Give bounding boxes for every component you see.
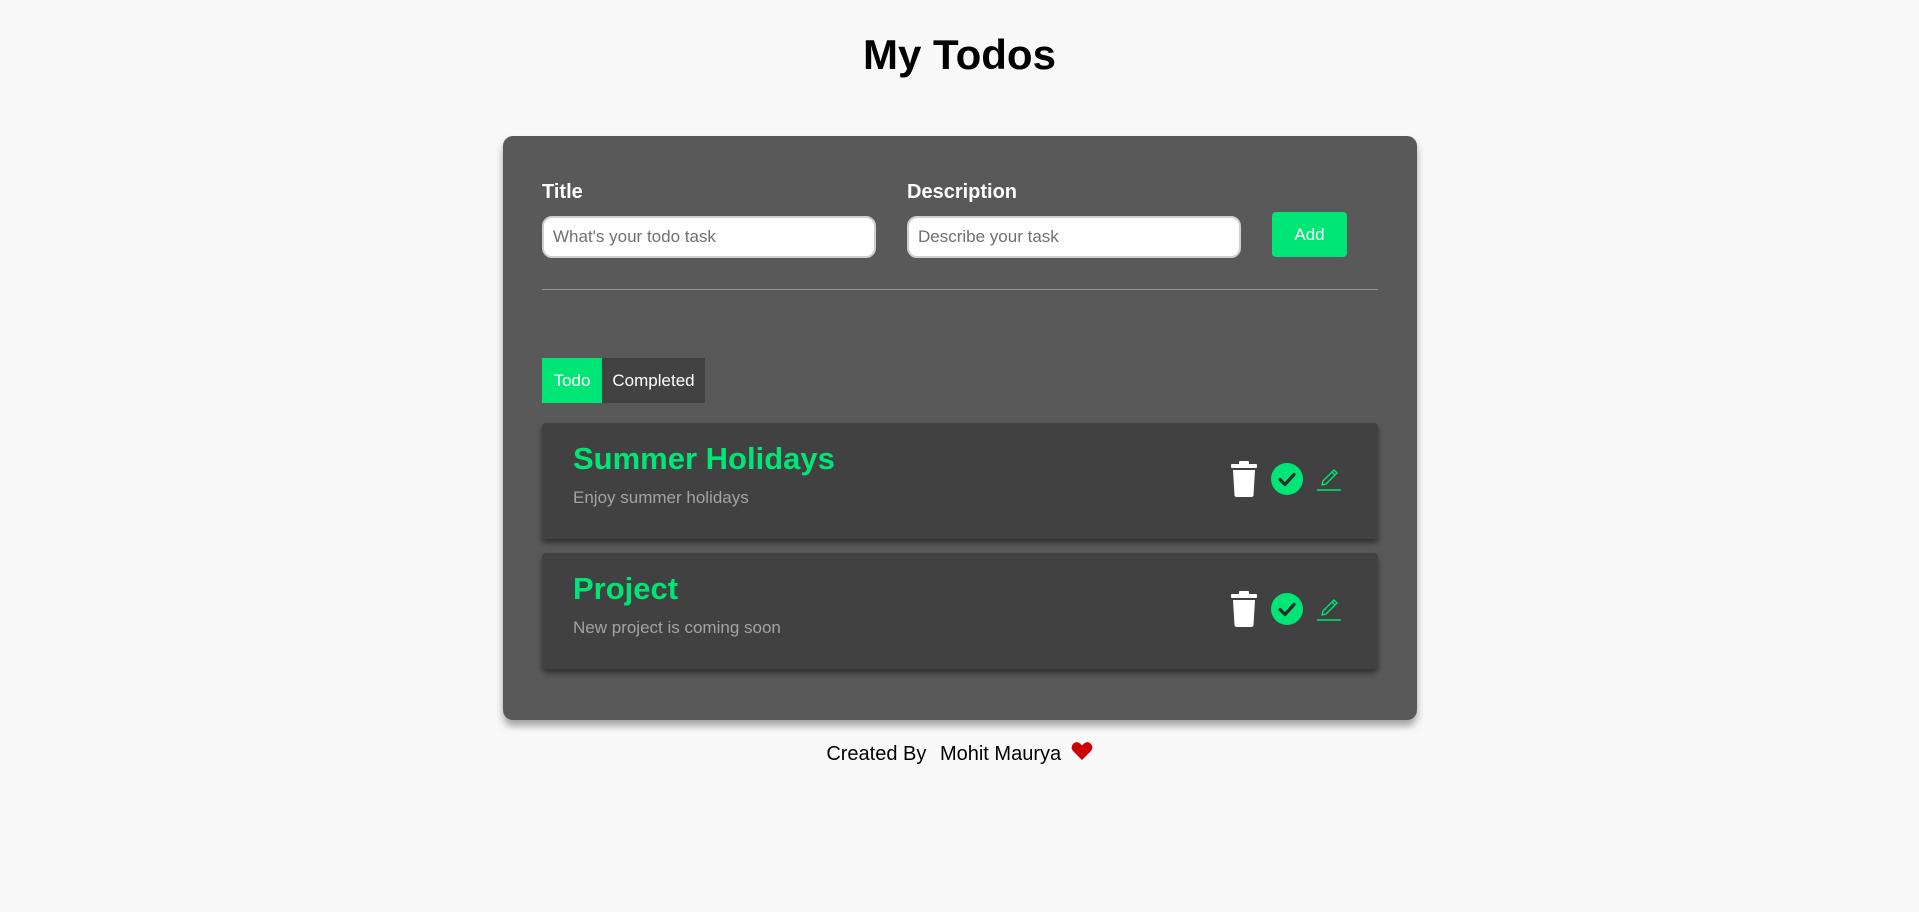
footer: Created By Mohit Maurya: [0, 741, 1919, 767]
todo-title: Project: [573, 571, 679, 606]
tab-todo[interactable]: Todo: [542, 358, 602, 403]
page-title: My Todos: [863, 31, 1056, 78]
add-button[interactable]: Add: [1272, 212, 1347, 257]
todo-panel: Title Description Add Todo Completed Sum…: [503, 136, 1417, 720]
todo-actions: [1230, 591, 1342, 627]
footer-author: Mohit Maurya: [939, 743, 1062, 765]
pencil-icon[interactable]: [1316, 596, 1342, 622]
title-label: Title: [542, 181, 583, 203]
trash-icon[interactable]: [1230, 461, 1258, 497]
todo-description: New project is coming soon: [573, 618, 781, 637]
title-input[interactable]: [542, 216, 876, 258]
todo-description: Enjoy summer holidays: [573, 488, 749, 507]
pencil-icon[interactable]: [1316, 466, 1342, 492]
description-field-group: Description: [907, 180, 1241, 258]
check-circle-icon[interactable]: [1271, 463, 1303, 495]
title-field-group: Title: [542, 180, 876, 258]
tab-completed[interactable]: Completed: [602, 358, 705, 403]
todo-item: Summer Holidays Enjoy summer holidays: [542, 423, 1378, 539]
heart-icon: [1071, 741, 1093, 761]
tab-bar: Todo Completed: [542, 358, 705, 403]
trash-icon[interactable]: [1230, 591, 1258, 627]
divider: [542, 289, 1378, 290]
todo-item: Project New project is coming soon: [542, 553, 1378, 669]
todo-list: Summer Holidays Enjoy summer holidays Pr…: [542, 423, 1378, 683]
todo-actions: [1230, 461, 1342, 497]
check-circle-icon[interactable]: [1271, 593, 1303, 625]
description-label: Description: [907, 181, 1018, 203]
description-input[interactable]: [907, 216, 1241, 258]
footer-prefix: Created By: [826, 743, 927, 765]
todo-title: Summer Holidays: [573, 441, 835, 476]
